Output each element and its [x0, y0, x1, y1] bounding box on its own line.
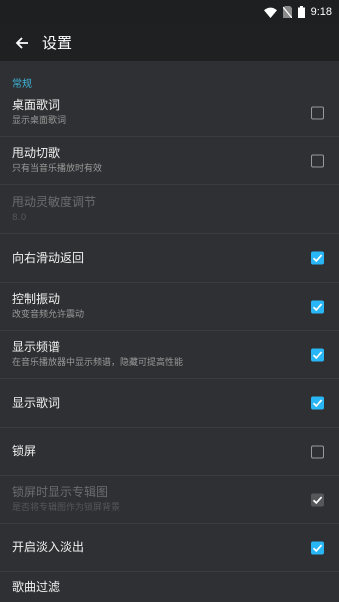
setting-title: 向右滑动返回: [12, 250, 85, 265]
setting-row-show-spectrum[interactable]: 显示频谱在音乐播放器中显示频谱，隐藏可提高性能: [0, 331, 339, 379]
checkbox[interactable]: [311, 106, 324, 119]
setting-row-fade-in-out[interactable]: 开启淡入淡出: [0, 524, 339, 572]
settings-list: 桌面歌词显示桌面歌词甩动切歌只有当音乐播放时有效甩动灵敏度调节 8.0 向右滑动返回…: [0, 89, 339, 602]
setting-title: 开启淡入淡出: [12, 540, 85, 554]
status-time: 9:18: [310, 6, 332, 18]
setting-title: 显示频谱: [12, 340, 61, 354]
setting-subtitle: 改变音频允许震动: [12, 310, 85, 320]
checkbox: [311, 493, 324, 506]
setting-title: 锁屏时显示专辑图: [12, 485, 109, 499]
setting-row-desktop-lyrics[interactable]: 桌面歌词显示桌面歌词: [0, 89, 339, 137]
setting-subtitle: 在音乐播放器中显示频谱，隐藏可提高性能: [12, 358, 184, 368]
battery-icon: [297, 3, 305, 22]
section-header-general: 常规: [12, 79, 32, 90]
no-sim-icon: [282, 3, 293, 22]
setting-title: 甩动切歌: [12, 146, 61, 160]
setting-title: 桌面歌词: [12, 98, 61, 112]
setting-title: 锁屏: [12, 444, 37, 458]
setting-row-shake-switch[interactable]: 甩动切歌只有当音乐播放时有效: [0, 137, 339, 185]
checkbox[interactable]: [311, 445, 324, 458]
wifi-icon: [263, 3, 277, 22]
setting-row-shake-sensitivity: 甩动灵敏度调节 8.0: [0, 185, 339, 234]
app-toolbar: 设置: [0, 24, 339, 61]
checkbox[interactable]: [311, 396, 324, 410]
setting-row-show-lyrics[interactable]: 显示歌词: [0, 379, 339, 428]
back-arrow-icon[interactable]: [12, 33, 32, 53]
checkbox[interactable]: [311, 348, 324, 361]
setting-subtitle: 显示桌面歌词: [12, 116, 67, 126]
setting-row-control-vibration[interactable]: 控制振动改变音频允许震动: [0, 283, 339, 331]
setting-title: 甩动灵敏度调节: [12, 194, 97, 209]
checkbox[interactable]: [311, 300, 324, 313]
setting-title: 显示歌词: [12, 395, 61, 410]
page-title: 设置: [42, 34, 73, 52]
setting-row-lockscreen-album-art: 锁屏时显示专辑图是否将专辑图作为锁屏背景: [0, 476, 339, 524]
checkbox[interactable]: [311, 541, 324, 554]
setting-subtitle: 8.0: [12, 212, 27, 223]
checkbox[interactable]: [311, 251, 324, 265]
status-bar: 9:18: [0, 0, 339, 24]
setting-title: 歌曲过滤: [12, 579, 61, 594]
setting-row-swipe-right-back[interactable]: 向右滑动返回: [0, 234, 339, 283]
setting-subtitle: 是否将专辑图作为锁屏背景: [12, 503, 121, 513]
setting-row-lock-screen[interactable]: 锁屏: [0, 428, 339, 476]
checkbox[interactable]: [311, 154, 324, 167]
setting-title: 控制振动: [12, 292, 61, 306]
setting-subtitle: 只有当音乐播放时有效: [12, 164, 103, 174]
